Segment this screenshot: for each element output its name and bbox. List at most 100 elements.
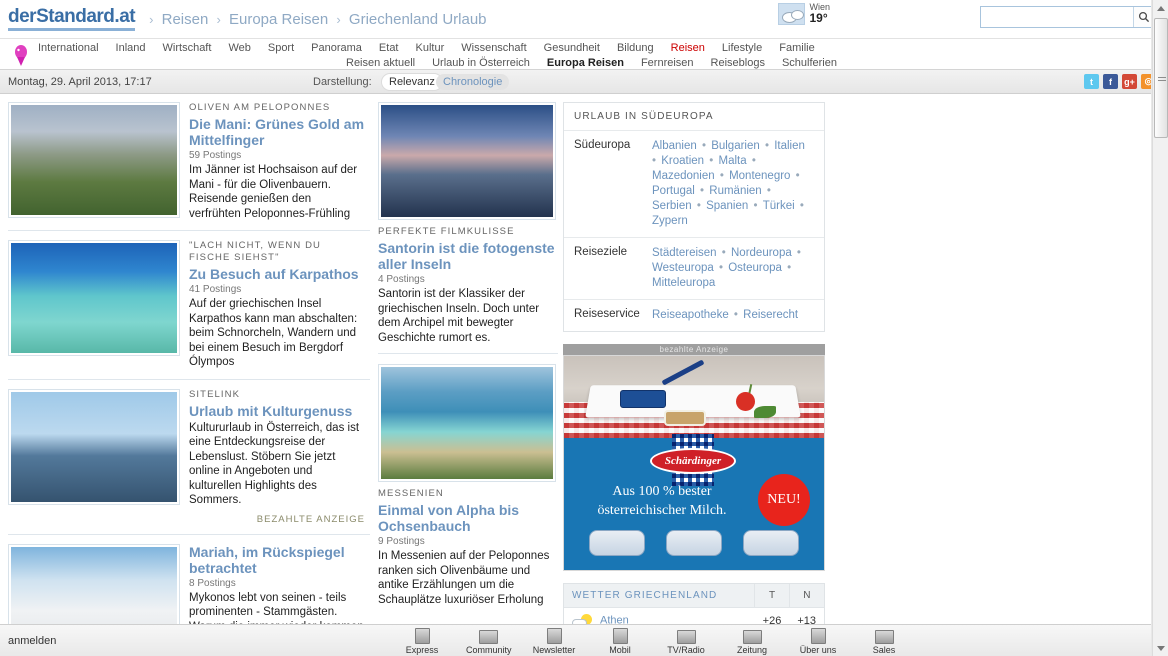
scroll-down-icon[interactable]	[1153, 640, 1168, 656]
article-teaser[interactable]: "Lach nicht, wenn du Fische siehst" Zu Be…	[8, 240, 370, 380]
article-thumbnail[interactable]	[378, 102, 556, 220]
country-link-nordeuropa[interactable]: Nordeuropa	[731, 247, 792, 259]
article-headline[interactable]: Zu Besuch auf Karpathos	[189, 266, 365, 282]
nav-item-reisen[interactable]: Reisen	[671, 42, 705, 54]
country-link-montenegro[interactable]: Montenegro	[729, 170, 790, 182]
subnav-item-europa-reisen[interactable]: Europa Reisen	[547, 57, 624, 69]
nav-item-panorama[interactable]: Panorama	[311, 42, 362, 54]
nav-item-web[interactable]: Web	[228, 42, 250, 54]
scroll-up-icon[interactable]	[1153, 0, 1168, 16]
search-input[interactable]	[981, 7, 1133, 27]
nav-item-etat[interactable]: Etat	[379, 42, 399, 54]
article-teaser[interactable]: Oliven am Peloponnes Die Mani: Grünes Gol…	[8, 102, 370, 231]
article-thumbnail[interactable]	[8, 388, 180, 505]
subnav-item-reiseblogs[interactable]: Reiseblogs	[711, 57, 765, 69]
ad-product-row	[564, 530, 824, 556]
footer-item-mobil[interactable]: Mobil	[598, 627, 642, 655]
breadcrumb-item-2[interactable]: Griechenland Urlaub	[349, 11, 487, 28]
footer-item-tv-radio[interactable]: TV/Radio	[664, 627, 708, 655]
article-thumbnail[interactable]	[378, 364, 556, 482]
nav-item-kultur[interactable]: Kultur	[416, 42, 445, 54]
nav-item-wissenschaft[interactable]: Wissenschaft	[461, 42, 526, 54]
breadcrumb-item-1[interactable]: Europa Reisen	[229, 11, 328, 28]
article-headline[interactable]: Santorin ist die fotogenste aller Inseln	[378, 240, 558, 272]
nav-item-lifestyle[interactable]: Lifestyle	[722, 42, 762, 54]
ad-product-tub	[588, 530, 645, 556]
weather-widget[interactable]: Wien 19°	[778, 2, 830, 26]
article-postings-count[interactable]: 8 Postings	[189, 578, 365, 589]
country-link-osteuropa[interactable]: Osteuropa	[728, 262, 782, 274]
country-link-spanien[interactable]: Spanien	[706, 200, 748, 212]
footer-item--ber-uns[interactable]: Über uns	[796, 627, 840, 655]
express-icon	[414, 628, 430, 644]
footer-item-community[interactable]: Community	[466, 627, 512, 655]
scrollbar-thumb[interactable]	[1154, 18, 1168, 138]
vertical-scrollbar[interactable]	[1152, 0, 1168, 656]
facebook-icon[interactable]: f	[1103, 74, 1118, 89]
subnav-item-urlaub-in-sterreich[interactable]: Urlaub in Österreich	[432, 57, 530, 69]
ad-creative[interactable]: Schärdinger Aus 100 % bester österreichi…	[563, 355, 825, 571]
article-thumbnail[interactable]	[8, 543, 180, 630]
twitter-icon[interactable]: t	[1084, 74, 1099, 89]
footer-item-newsletter[interactable]: Newsletter	[532, 627, 576, 655]
breadcrumb-item-0[interactable]: Reisen	[162, 11, 209, 28]
article-thumbnail[interactable]	[8, 102, 180, 218]
googleplus-icon[interactable]: g+	[1122, 74, 1137, 89]
country-link-albanien[interactable]: Albanien	[652, 140, 697, 152]
country-link-t-rkei[interactable]: Türkei	[763, 200, 795, 212]
site-logo[interactable]: derStandard.at	[8, 7, 136, 31]
article-postings-count[interactable]: 4 Postings	[378, 274, 558, 285]
nav-item-sport[interactable]: Sport	[268, 42, 294, 54]
footer-item-express[interactable]: Express	[400, 627, 444, 655]
nav-item-inland[interactable]: Inland	[116, 42, 146, 54]
breadcrumb: › Reisen › Europa Reisen › Griechenland …	[145, 11, 486, 28]
subnav-item-reisen-aktuell[interactable]: Reisen aktuell	[346, 57, 415, 69]
country-link-zypern[interactable]: Zypern	[652, 215, 688, 227]
footer-item-label: Über uns	[799, 645, 837, 655]
article-teaser[interactable]: Messenien Einmal von Alpha bis Ochsenbauc…	[378, 364, 558, 615]
article-teaser[interactable]: Mariah, im Rückspiegel betrachtet 8 Posti…	[8, 543, 370, 630]
country-link-mitteleuropa[interactable]: Mitteleuropa	[652, 277, 715, 289]
search-box[interactable]	[980, 6, 1155, 28]
article-teaser[interactable]: Perfekte Filmkulisse Santorin ist die fot…	[378, 102, 558, 354]
subnav-item-schulferien[interactable]: Schulferien	[782, 57, 837, 69]
nav-item-bildung[interactable]: Bildung	[617, 42, 654, 54]
country-link-malta[interactable]: Malta	[719, 155, 747, 167]
country-link-mazedonien[interactable]: Mazedonien	[652, 170, 715, 182]
advertisement[interactable]: bezahlte Anzeige Schärdinger Aus 100 % b…	[563, 344, 825, 571]
sort-chronology-button[interactable]: Chronologie	[436, 74, 510, 90]
footer-item-label: TV/Radio	[667, 645, 705, 655]
country-link-portugal[interactable]: Portugal	[652, 185, 695, 197]
article-postings-count[interactable]: 41 Postings	[189, 284, 365, 295]
article-kicker: "Lach nicht, wenn du Fische siehst"	[189, 240, 321, 263]
subnav-item-fernreisen[interactable]: Fernreisen	[641, 57, 694, 69]
article-headline[interactable]: Mariah, im Rückspiegel betrachtet	[189, 544, 365, 576]
footer-item-zeitung[interactable]: Zeitung	[730, 627, 774, 655]
country-link-rum-nien[interactable]: Rumänien	[709, 185, 761, 197]
article-postings-count[interactable]: 59 Postings	[189, 150, 365, 161]
country-link-bulgarien[interactable]: Bulgarien	[711, 140, 760, 152]
footer-item-sales[interactable]: Sales	[862, 627, 906, 655]
country-link-st-dtereisen[interactable]: Städtereisen	[652, 247, 717, 259]
sort-relevance-button[interactable]: Relevanz	[381, 72, 443, 91]
country-link-westeuropa[interactable]: Westeuropa	[652, 262, 714, 274]
login-link[interactable]: anmelden	[8, 635, 56, 647]
standard-bird-logo-icon[interactable]	[10, 43, 32, 67]
country-link-serbien[interactable]: Serbien	[652, 200, 692, 212]
article-thumbnail[interactable]	[8, 240, 180, 356]
country-link-reiserecht[interactable]: Reiserecht	[743, 309, 798, 321]
article-headline[interactable]: Die Mani: Grünes Gold am Mittelfinger	[189, 116, 365, 148]
country-link-kroatien[interactable]: Kroatien	[661, 155, 704, 167]
link-separator: •	[792, 170, 800, 182]
article-headline[interactable]: Urlaub mit Kulturgenuss	[189, 403, 365, 419]
link-group-links: Reiseapotheke • Reiserecht	[652, 308, 798, 323]
nav-item-familie[interactable]: Familie	[779, 42, 814, 54]
country-link-reiseapotheke[interactable]: Reiseapotheke	[652, 309, 729, 321]
article-teaser[interactable]: Sitelink Urlaub mit Kulturgenuss Kultururl…	[8, 388, 370, 535]
nav-item-gesundheit[interactable]: Gesundheit	[544, 42, 600, 54]
nav-item-wirtschaft[interactable]: Wirtschaft	[163, 42, 212, 54]
article-postings-count[interactable]: 9 Postings	[378, 536, 558, 547]
nav-item-international[interactable]: International	[38, 42, 99, 54]
article-headline[interactable]: Einmal von Alpha bis Ochsenbauch	[378, 502, 558, 534]
country-link-italien[interactable]: Italien	[774, 140, 805, 152]
